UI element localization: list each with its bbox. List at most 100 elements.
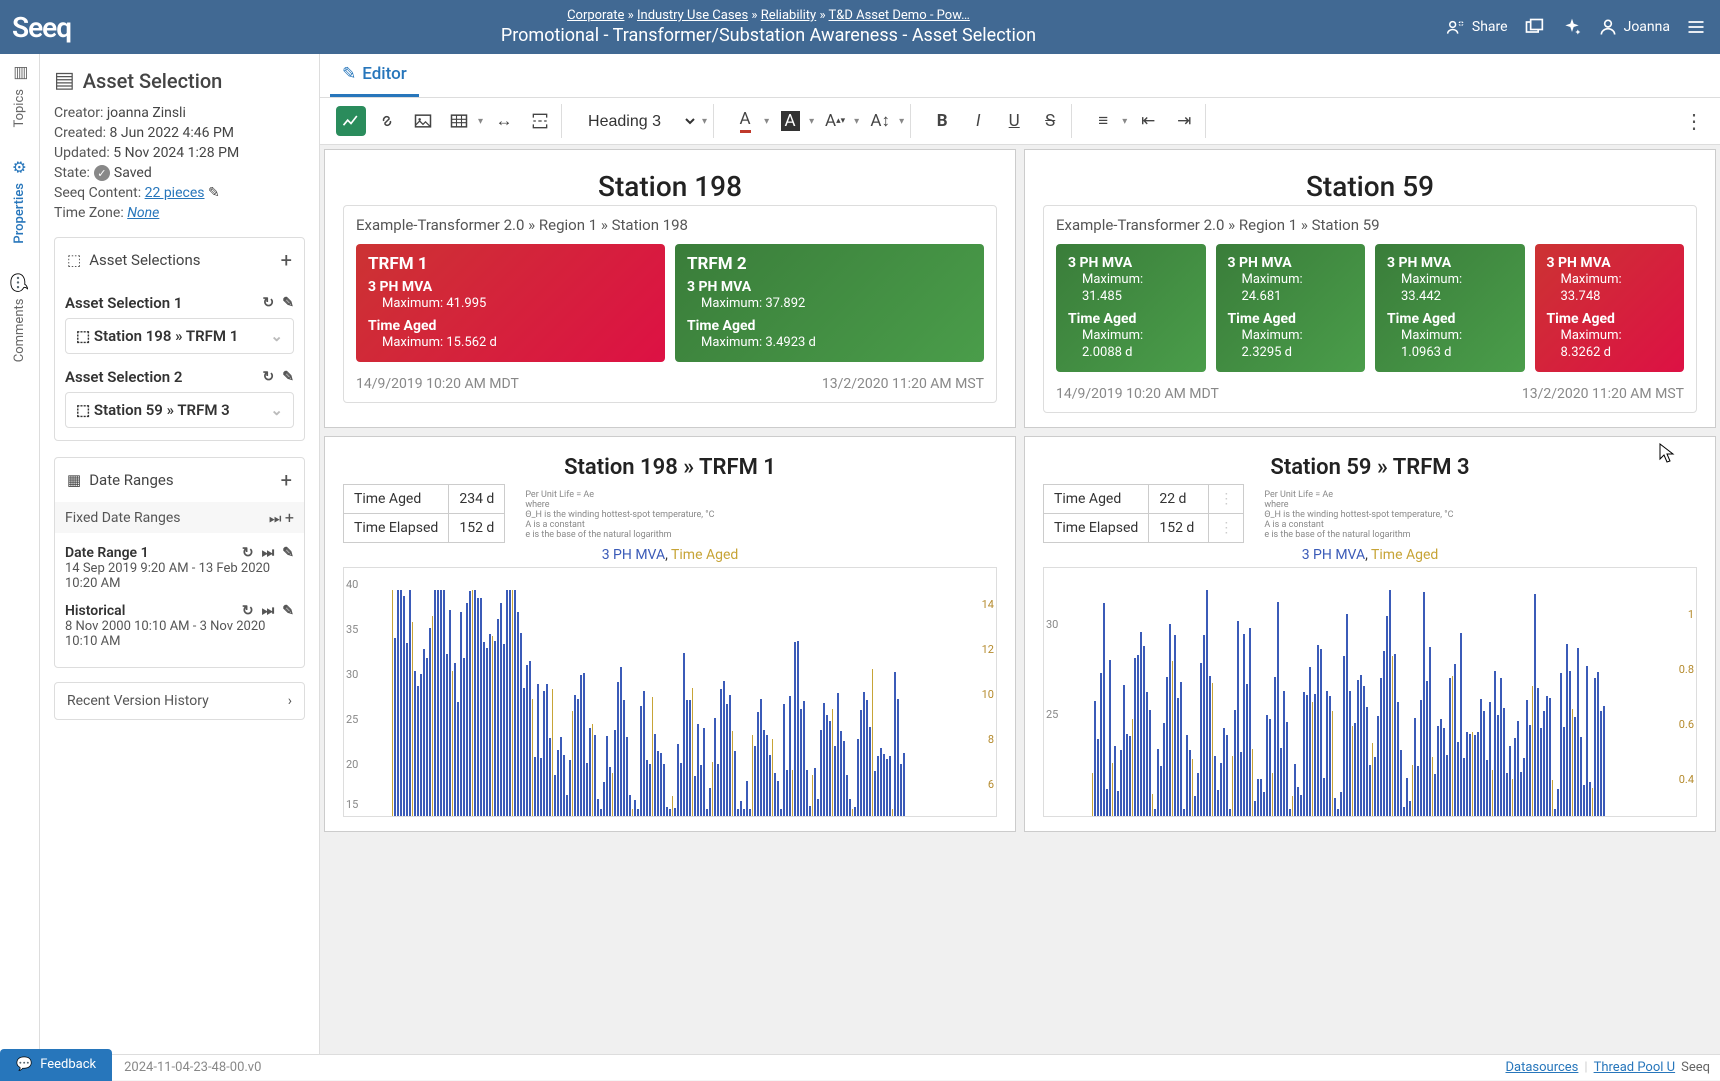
link-button[interactable] — [372, 106, 402, 136]
app-header: Seeq Corporate » Industry Use Cases » Re… — [0, 0, 1720, 54]
document-body[interactable]: Station 198 Example-Transformer 2.0 » Re… — [320, 145, 1720, 1054]
pagebreak-button[interactable] — [525, 106, 555, 136]
image-icon — [413, 111, 433, 131]
breadcrumb: Corporate » Industry Use Cases » Reliabi… — [91, 8, 1446, 23]
version-label: 2024-11-04-23-48-00.v0 — [112, 1060, 273, 1075]
rail-properties[interactable]: Properties⚙ — [10, 158, 29, 244]
add-asset-selection-button[interactable]: + — [281, 248, 292, 272]
editor-toolbar: ▾ ↔ Heading 3▾ A▾ A▾ A▴▾▾ A↕▾ B I U — [320, 98, 1720, 145]
hamburger-menu[interactable] — [1684, 15, 1708, 39]
outdent-button[interactable]: ⇤ — [1133, 106, 1163, 136]
hr-button[interactable]: ↔ — [489, 106, 519, 136]
datasources-link[interactable]: Datasources — [1505, 1060, 1578, 1075]
link-icon — [377, 111, 397, 131]
side-rail: Topics▤ Properties⚙ Comments💬 — [0, 54, 40, 1054]
kpi-card: 3 PH MVAMaximum:33.442Time AgedMaximum:1… — [1375, 244, 1525, 372]
present-button[interactable] — [1522, 15, 1546, 39]
chevron-down-icon: ⌄ — [270, 401, 283, 419]
breadcrumb-link[interactable]: T&D Asset Demo - Pow… — [829, 8, 970, 23]
add-date-range-button[interactable]: + — [281, 468, 292, 492]
timezone-link[interactable]: None — [127, 205, 159, 221]
editor-content: ✎Editor ▾ ↔ Heading 3▾ A▾ A▾ A▴▾▾ — [320, 54, 1720, 1054]
check-icon: ✓ — [94, 165, 110, 181]
share-icon — [1446, 17, 1466, 37]
align-button[interactable]: ≡ — [1088, 106, 1118, 136]
user-icon — [1598, 17, 1618, 37]
tab-bar: ✎Editor — [320, 54, 1720, 98]
pencil-icon[interactable]: ✎ — [282, 603, 294, 619]
pencil-icon[interactable]: ✎ — [282, 295, 294, 311]
version-history-button[interactable]: Recent Version History› — [54, 682, 305, 720]
refresh-icon[interactable]: ↻ — [263, 295, 275, 311]
threadpool-link[interactable]: Thread Pool U — [1594, 1060, 1676, 1075]
trfm1-panel: Station 198 » TRFM 1 Time Aged234 d Time… — [324, 436, 1016, 832]
refresh-icon[interactable]: ↻ — [242, 603, 254, 619]
add-fixed-range-button[interactable]: + — [285, 508, 294, 527]
pagebreak-icon — [530, 111, 550, 131]
cube-icon: ⬚ — [76, 327, 90, 345]
pencil-icon[interactable]: ✎ — [208, 185, 220, 201]
font-size-button[interactable]: A▴▾ — [820, 106, 850, 136]
asset-selection-2-dropdown[interactable]: ⬚ Station 59 » TRFM 3⌄ — [65, 392, 294, 428]
comment-icon: 💬 — [10, 273, 30, 292]
content-link[interactable]: 22 pieces — [145, 185, 205, 201]
sparkle-icon — [1562, 17, 1582, 37]
formula-note: Per Unit Life = Ae where Θ_H is the wind… — [1264, 484, 1453, 540]
kpi-card: TRFM 23 PH MVAMaximum: 37.892Time AgedMa… — [675, 244, 984, 362]
toolbar-more-button[interactable]: ⋮ — [1678, 109, 1710, 133]
cube-icon: ⬚ — [67, 251, 81, 269]
station-198-panel: Station 198 Example-Transformer 2.0 » Re… — [324, 149, 1016, 428]
kpi-card: 3 PH MVAMaximum:33.748Time AgedMaximum:8… — [1535, 244, 1685, 372]
step-icon[interactable]: ⏭ — [269, 511, 282, 527]
kpi-card: 3 PH MVAMaximum:31.485Time AgedMaximum:2… — [1056, 244, 1206, 372]
cube-icon: ⬚ — [76, 401, 90, 419]
refresh-icon[interactable]: ↻ — [242, 545, 254, 561]
image-button[interactable] — [408, 106, 438, 136]
chevron-down-icon: ⌄ — [270, 327, 283, 345]
trfm1-chart[interactable]: 40 35 30 25 20 15 14 12 10 8 6 — [343, 567, 997, 817]
trfm2-chart[interactable]: 30 25 1 0.8 0.6 0.4 — [1043, 567, 1697, 817]
seeq-label: Seeq — [1681, 1060, 1710, 1075]
logo: Seeq — [12, 11, 71, 44]
mouse-cursor-icon — [1659, 443, 1675, 463]
tab-editor[interactable]: ✎Editor — [330, 54, 419, 97]
document-icon: ▤ — [54, 68, 75, 93]
underline-button[interactable]: U — [999, 106, 1029, 136]
asset-selection-1-dropdown[interactable]: ⬚ Station 198 » TRFM 1⌄ — [65, 318, 294, 354]
table-button[interactable] — [444, 106, 474, 136]
pencil-icon[interactable]: ✎ — [282, 369, 294, 385]
bold-button[interactable]: B — [927, 106, 957, 136]
rail-topics[interactable]: Topics▤ — [10, 64, 29, 128]
asset-selections-panel: ⬚Asset Selections + Asset Selection 1↻✎ … — [54, 237, 305, 441]
text-color-button[interactable]: A — [730, 106, 760, 136]
step-icon[interactable]: ⏭ — [262, 545, 275, 561]
indent-button[interactable]: ⇥ — [1169, 106, 1199, 136]
doc-title-row: ▤ Asset Selection — [54, 68, 305, 93]
date-ranges-panel: ▦Date Ranges + Fixed Date Ranges⏭ + Date… — [54, 457, 305, 668]
step-icon[interactable]: ⏭ — [262, 603, 275, 619]
pencil-icon: ✎ — [342, 64, 356, 84]
ai-button[interactable] — [1560, 15, 1584, 39]
pencil-icon[interactable]: ✎ — [282, 545, 294, 561]
rail-comments[interactable]: Comments💬 — [10, 273, 29, 362]
refresh-icon[interactable]: ↻ — [263, 369, 275, 385]
heading-select[interactable]: Heading 3 — [578, 108, 698, 135]
highlight-button[interactable]: A — [775, 106, 805, 136]
insert-seeq-content-button[interactable] — [336, 106, 366, 136]
trfm2-table: Time Aged22 d⋮ Time Elapsed152 d⋮ — [1043, 484, 1244, 543]
italic-button[interactable]: I — [963, 106, 993, 136]
breadcrumb-link[interactable]: Corporate — [567, 8, 624, 23]
line-height-button[interactable]: A↕ — [865, 106, 895, 136]
properties-sidebar: ▤ Asset Selection Creator: joanna Zinsli… — [40, 54, 320, 1054]
breadcrumb-link[interactable]: Industry Use Cases — [637, 8, 748, 23]
feedback-button[interactable]: 💬Feedback — [0, 1049, 112, 1081]
user-menu[interactable]: Joanna — [1598, 17, 1670, 37]
formula-note: Per Unit Life = Ae where Θ_H is the wind… — [525, 484, 714, 540]
chevron-right-icon: › — [288, 693, 292, 709]
page-title: Promotional - Transformer/Substation Awa… — [91, 25, 1446, 46]
header-center: Corporate » Industry Use Cases » Reliabi… — [91, 8, 1446, 46]
table-icon — [449, 111, 469, 131]
breadcrumb-link[interactable]: Reliability — [761, 8, 817, 23]
strike-button[interactable]: S — [1035, 106, 1065, 136]
share-button[interactable]: Share — [1446, 17, 1508, 37]
